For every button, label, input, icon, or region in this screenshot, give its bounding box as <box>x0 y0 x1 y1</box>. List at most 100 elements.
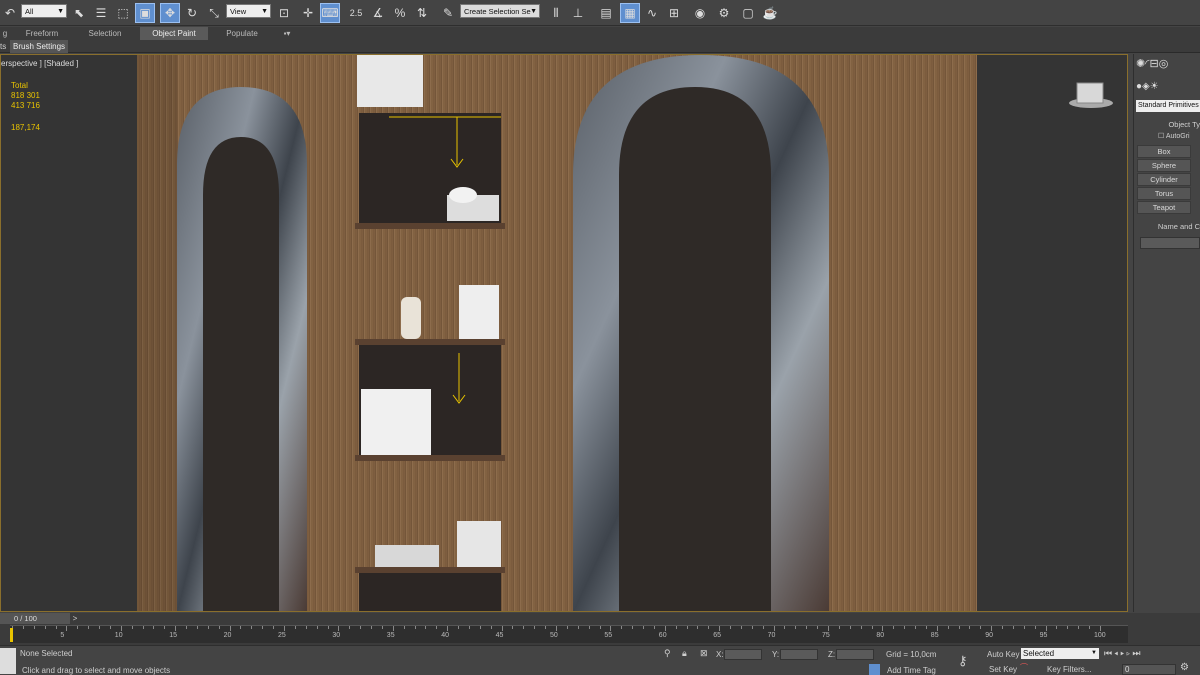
motion-tab-icon[interactable]: ◎ <box>1159 58 1169 70</box>
viewcube-icon[interactable] <box>1069 82 1113 108</box>
absolute-mode-icon[interactable]: ⊠ <box>700 648 708 659</box>
tangent-icon[interactable]: ⌒ <box>1020 662 1036 674</box>
layer-explorer-icon[interactable]: ▤ <box>596 3 616 23</box>
select-object-icon[interactable]: ⬉ <box>69 3 89 23</box>
viewport-label[interactable]: erspective ] [Shaded ] <box>1 59 78 68</box>
rollout-object-type[interactable]: Object Ty <box>1136 120 1200 130</box>
command-tabs: ✺◜⊟◎ <box>1136 57 1200 73</box>
hierarchy-tab-icon[interactable]: ⊟ <box>1149 58 1158 70</box>
rendered-frame-window-icon[interactable]: ▢ <box>738 3 758 23</box>
autogrid-checkbox[interactable]: ☐ AutoGri <box>1158 132 1200 140</box>
next-frame-icon[interactable]: > <box>70 613 80 624</box>
create-tab-icon[interactable]: ✺ <box>1136 58 1145 70</box>
lights-icon[interactable]: ☀ <box>1150 81 1159 92</box>
align-icon[interactable]: ⊥ <box>568 3 588 23</box>
select-move-icon[interactable]: ✥ <box>160 3 180 23</box>
mirror-icon[interactable]: ⫴ <box>546 3 566 23</box>
window-crossing-icon[interactable]: ▣ <box>135 3 155 23</box>
pivot-center-icon[interactable]: ⊡ <box>274 3 294 23</box>
select-manipulate-icon[interactable]: ✛ <box>298 3 318 23</box>
cylinder-button[interactable]: Cylinder <box>1137 173 1191 186</box>
shelf-board <box>355 339 505 345</box>
keyboard-shortcut-toggle-icon[interactable]: ⌨ <box>320 3 340 23</box>
tick-mark <box>577 626 579 629</box>
perspective-viewport[interactable]: erspective ] [Shaded ] Total 818 301 413… <box>0 54 1128 612</box>
rect-selection-icon[interactable]: ⬚ <box>113 3 133 23</box>
maxscript-listener-icon[interactable] <box>0 648 16 674</box>
time-cursor[interactable] <box>10 628 13 642</box>
selection-filter-dropdown[interactable]: All ▼ <box>21 4 67 18</box>
box-button[interactable]: Box <box>1137 145 1191 158</box>
tick-label: 45 <box>495 632 504 639</box>
key-icon[interactable]: ⚷ <box>958 653 968 669</box>
tick-mark <box>773 626 775 631</box>
isolate-icon[interactable]: ⚲ <box>664 648 671 659</box>
brush-settings-button[interactable]: Brush Settings <box>10 40 69 53</box>
select-scale-icon[interactable]: ⤡ <box>204 3 224 23</box>
percent-snap-icon[interactable]: % <box>390 3 410 23</box>
teapot-button[interactable]: Teapot <box>1137 201 1191 214</box>
tab-freeform[interactable]: Freeform <box>16 27 68 40</box>
goto-start-icon[interactable]: ⏮ <box>1104 648 1114 658</box>
time-config-icon[interactable]: ⚙ <box>1180 662 1189 673</box>
ribbon-panel: ts Brush Settings <box>0 40 1200 53</box>
track-bar[interactable]: 5 10 15 20 25 30 35 40 45 50 55 60 65 70 75 80 85 90 95 100 <box>10 625 1128 643</box>
tab-modeling[interactable]: g <box>0 27 10 40</box>
material-editor-icon[interactable]: ◉ <box>690 3 710 23</box>
auto-key-button[interactable]: Auto Key <box>987 650 1019 659</box>
tick-mark <box>218 626 220 629</box>
chevron-down-icon: ▼ <box>530 8 537 15</box>
scene-explorer-icon[interactable]: ▦ <box>620 3 640 23</box>
books-top <box>357 55 423 107</box>
time-slider[interactable]: 0 / 100 <box>0 613 70 624</box>
time-tag-icon[interactable] <box>869 664 880 675</box>
spinner-snap-icon[interactable]: ⇅ <box>412 3 432 23</box>
current-frame-field[interactable]: 0 <box>1122 664 1176 675</box>
name-input[interactable] <box>1140 237 1200 249</box>
shapes-icon[interactable]: ◈ <box>1142 81 1150 92</box>
tick-mark <box>1089 626 1091 629</box>
tick-mark <box>1012 626 1014 629</box>
torus-button[interactable]: Torus <box>1137 187 1191 200</box>
tick-mark <box>730 626 732 629</box>
select-by-name-icon[interactable]: ☰ <box>91 3 111 23</box>
playback-controls: ⏮◂▸▹⏭ <box>1104 648 1164 659</box>
x-coord-field[interactable] <box>724 649 762 660</box>
curve-editor-icon[interactable]: ∿ <box>642 3 662 23</box>
render-setup-icon[interactable]: ⚙ <box>714 3 734 23</box>
edit-named-selection-icon[interactable]: ✎ <box>438 3 458 23</box>
tick-mark <box>1034 626 1036 629</box>
render-production-icon[interactable]: ☕ <box>760 3 780 23</box>
tab-selection[interactable]: Selection <box>76 27 134 40</box>
goto-end-icon[interactable]: ⏭ <box>1132 648 1142 658</box>
add-time-tag[interactable]: Add Time Tag <box>887 666 936 675</box>
rollout-name-color[interactable]: Name and C <box>1136 222 1200 232</box>
tick-mark <box>904 626 906 629</box>
tick-mark <box>436 626 438 629</box>
ribbon-options-icon[interactable]: ▪▾ <box>276 27 298 40</box>
tick-mark <box>131 626 133 629</box>
key-mode-dropdown[interactable]: Selected ▼ <box>1021 648 1099 659</box>
tick-mark <box>1002 626 1004 629</box>
snap-toggle-icon[interactable]: 2.5 <box>346 3 366 23</box>
right-arch-opening <box>619 87 771 611</box>
tab-populate[interactable]: Populate <box>214 27 270 40</box>
named-selection-dropdown[interactable]: Create Selection Se ▼ <box>460 4 540 18</box>
set-key-button[interactable]: Set Key <box>989 665 1017 674</box>
z-coord-field[interactable] <box>836 649 874 660</box>
tick-mark <box>207 626 209 629</box>
select-rotate-icon[interactable]: ↻ <box>182 3 202 23</box>
tick-label: 75 <box>822 632 830 639</box>
reference-coord-dropdown[interactable]: View ▼ <box>226 4 271 18</box>
key-filters-button[interactable]: Key Filters... <box>1047 665 1091 674</box>
tick-mark <box>33 626 35 629</box>
schematic-view-icon[interactable]: ⊞ <box>664 3 684 23</box>
y-coord-field[interactable] <box>780 649 818 660</box>
lock-icon[interactable]: 🔒︎ <box>682 648 687 659</box>
tick-mark <box>22 626 24 629</box>
category-dropdown[interactable]: Standard Primitives <box>1136 100 1200 112</box>
undo-icon[interactable]: ↶ <box>0 3 20 23</box>
angle-snap-icon[interactable]: ∡ <box>368 3 388 23</box>
sphere-button[interactable]: Sphere <box>1137 159 1191 172</box>
tab-object-paint[interactable]: Object Paint <box>140 27 208 40</box>
